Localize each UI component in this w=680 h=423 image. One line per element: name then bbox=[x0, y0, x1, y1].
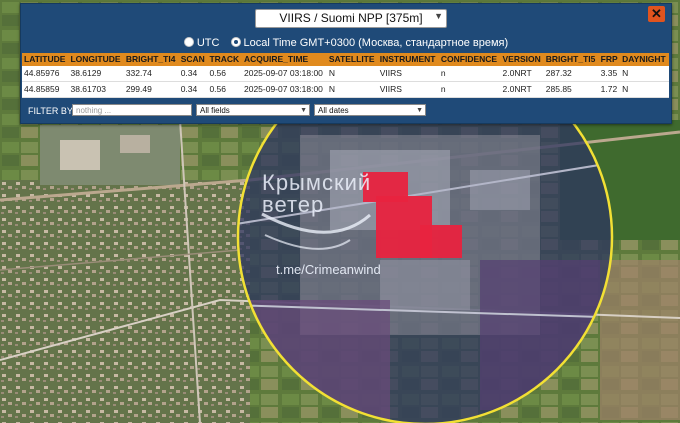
chevron-down-icon: ▼ bbox=[434, 11, 443, 21]
column-header[interactable]: INSTRUMENT bbox=[377, 53, 439, 66]
table-cell: 2.0NRT bbox=[500, 66, 544, 82]
column-header[interactable]: SATELLITE bbox=[326, 53, 378, 66]
source-select[interactable]: VIIRS / Suomi NPP [375m] ▼ bbox=[255, 9, 447, 28]
chevron-down-icon: ▼ bbox=[300, 107, 307, 114]
utc-radio[interactable] bbox=[183, 37, 194, 47]
table-cell: 2.0NRT bbox=[500, 81, 544, 98]
column-header[interactable]: CONFIDENCE bbox=[438, 53, 501, 66]
table-cell: 285.85 bbox=[543, 81, 599, 98]
watermark-url: t.me/Crimeanwind bbox=[276, 262, 381, 277]
table-cell: VIIRS bbox=[377, 81, 439, 98]
filter-input[interactable]: nothing ... bbox=[72, 104, 192, 116]
column-header[interactable]: BRIGHT_TI5 bbox=[543, 53, 599, 66]
filter-label: FILTER BY bbox=[28, 106, 73, 116]
column-header[interactable]: VERSION bbox=[500, 53, 544, 66]
column-header[interactable]: LONGITUDE bbox=[68, 53, 124, 66]
table-cell: 0.56 bbox=[207, 66, 242, 82]
fire-data-panel: VIIRS / Suomi NPP [375m] ▼ ✕ UTC Local T… bbox=[20, 3, 672, 124]
table-cell: 2025-09-07 03:18:00 bbox=[241, 66, 327, 82]
table-cell: 0.34 bbox=[178, 66, 208, 82]
table-cell: 44.85859 bbox=[22, 81, 69, 98]
local-time-option[interactable]: Local Time GMT+0300 (Москва, стандартное… bbox=[230, 37, 509, 49]
table-cell: N bbox=[326, 66, 378, 82]
column-header[interactable]: ACQUIRE_TIME bbox=[241, 53, 327, 66]
utc-label: UTC bbox=[196, 37, 220, 49]
table-cell: n bbox=[438, 81, 501, 98]
dates-select[interactable]: All dates ▼ bbox=[314, 104, 426, 116]
column-header[interactable]: FRP bbox=[598, 53, 621, 66]
utc-option[interactable]: UTC bbox=[183, 37, 223, 49]
column-header[interactable]: BRIGHT_TI4 bbox=[123, 53, 179, 66]
table-header-row: LATITUDE LONGITUDE BRIGHT_TI4 SCAN TRACK… bbox=[22, 53, 669, 66]
table-row[interactable]: 44.85976 38.6129 332.74 0.34 0.56 2025-0… bbox=[22, 66, 669, 82]
column-header[interactable]: SCAN bbox=[178, 53, 208, 66]
table-cell: N bbox=[620, 81, 669, 98]
column-header[interactable]: TRACK bbox=[207, 53, 242, 66]
local-time-radio[interactable] bbox=[230, 37, 241, 47]
fire-data-table: LATITUDE LONGITUDE BRIGHT_TI4 SCAN TRACK… bbox=[22, 53, 669, 98]
table-cell: 287.32 bbox=[543, 66, 599, 82]
close-button[interactable]: ✕ bbox=[648, 6, 665, 22]
column-header[interactable]: LATITUDE bbox=[22, 53, 69, 66]
table-cell: 0.34 bbox=[178, 81, 208, 98]
table-cell: 44.85976 bbox=[22, 66, 69, 82]
watermark-logo: Крымский ветер bbox=[262, 170, 372, 217]
fields-select[interactable]: All fields ▼ bbox=[196, 104, 310, 116]
hotspot-pixel bbox=[420, 225, 462, 258]
table-row[interactable]: 44.85859 38.61703 299.49 0.34 0.56 2025-… bbox=[22, 81, 669, 98]
table-cell: 38.6129 bbox=[68, 66, 124, 82]
table-cell: 1.72 bbox=[598, 81, 621, 98]
table-cell: 299.49 bbox=[123, 81, 179, 98]
table-cell: N bbox=[326, 81, 378, 98]
local-time-label: Local Time GMT+0300 (Москва, стандартное… bbox=[243, 37, 509, 49]
table-cell: 38.61703 bbox=[68, 81, 124, 98]
chevron-down-icon: ▼ bbox=[416, 107, 423, 114]
timezone-toggle: UTC Local Time GMT+0300 (Москва, стандар… bbox=[21, 37, 671, 49]
table-cell: VIIRS bbox=[377, 66, 439, 82]
table-cell: N bbox=[620, 66, 669, 82]
table-cell: 2025-09-07 03:18:00 bbox=[241, 81, 327, 98]
table-cell: 0.56 bbox=[207, 81, 242, 98]
table-cell: 3.35 bbox=[598, 66, 621, 82]
column-header[interactable]: DAYNIGHT bbox=[620, 53, 669, 66]
table-cell: n bbox=[438, 66, 501, 82]
table-cell: 332.74 bbox=[123, 66, 179, 82]
